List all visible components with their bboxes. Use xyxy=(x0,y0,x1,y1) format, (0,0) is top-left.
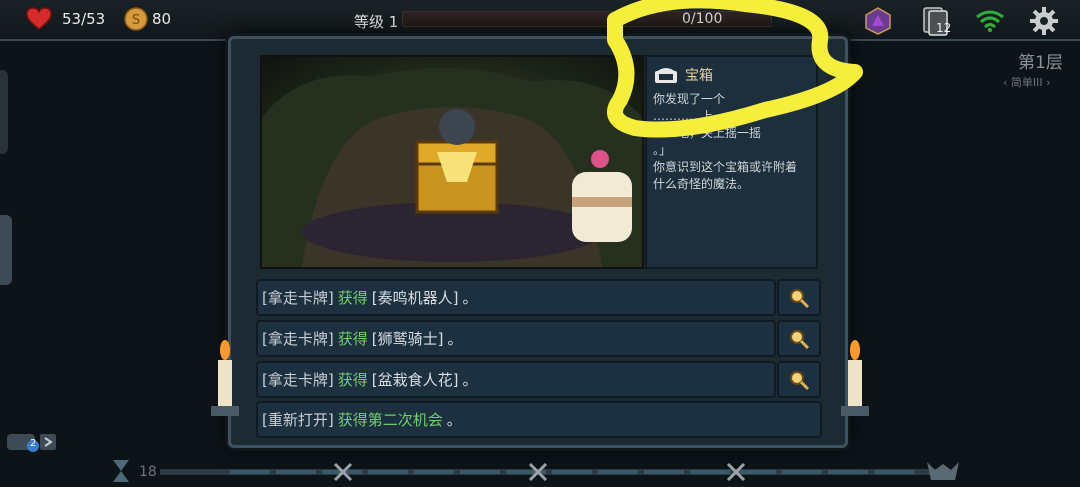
boss-icon xyxy=(927,462,959,480)
candle-icon xyxy=(211,340,239,416)
magnifier-icon xyxy=(790,329,810,349)
reopen-gain: 获得第二次机会 xyxy=(337,411,443,429)
event-description-line: 什么奇怪的魔法。 xyxy=(653,177,750,191)
heart-icon xyxy=(26,7,52,30)
result-gain: 获得 xyxy=(337,330,368,348)
result-gain: 获得 xyxy=(337,289,368,307)
deck-button[interactable]: 12 xyxy=(920,5,952,37)
yellow-highlight-annotation xyxy=(607,0,863,138)
difficulty-label: ‹ 简单III › xyxy=(1003,76,1051,89)
settings-button[interactable] xyxy=(1028,5,1060,37)
result-item: [狮鹫骑士] xyxy=(371,330,444,348)
wifi-icon xyxy=(976,10,1004,32)
event-description-line: 你意识到这个宝箱或许附着 xyxy=(653,160,798,174)
hp-value: 53/53 xyxy=(62,10,106,28)
result-gain: 获得 xyxy=(337,371,368,389)
level-label: 等级 1 xyxy=(354,13,399,31)
result-action: [拿走卡牌] xyxy=(262,289,334,307)
floor-label: 第1层 xyxy=(1018,53,1063,73)
result-row: [拿走卡牌] 获得 [盆栽食人花] 。 xyxy=(256,361,776,398)
turn-counter: 18 xyxy=(139,464,157,480)
left-panel-tab[interactable] xyxy=(0,70,8,154)
cards-count: 12 xyxy=(936,21,952,35)
event-description-line: 。」 xyxy=(653,143,672,157)
magnifier-icon xyxy=(790,370,810,390)
result-item: [盆栽食人花] xyxy=(371,371,459,389)
result-end: 。 xyxy=(447,330,463,348)
gold-value: 80 xyxy=(152,10,172,28)
inspect-button[interactable] xyxy=(777,320,821,357)
inspect-button[interactable] xyxy=(777,361,821,398)
chat-button[interactable]: 2 xyxy=(6,432,58,458)
reopen-row[interactable]: [重新打开] 获得第二次机会 。 xyxy=(256,401,822,438)
network-status xyxy=(974,5,1006,37)
coin-icon: S xyxy=(124,7,148,31)
reopen-end: 。 xyxy=(446,411,462,429)
top-bar: 53/53 S 80 等级 1 0/100 12 xyxy=(0,0,1080,41)
gold-display: S 80 xyxy=(124,7,171,31)
result-item: [奏鸣机器人] xyxy=(371,289,459,307)
result-end: 。 xyxy=(462,289,478,307)
floor-progress-track xyxy=(160,462,940,482)
result-action: [拿走卡牌] xyxy=(262,330,334,348)
candle-icon xyxy=(841,340,869,416)
reopen-action: [重新打开] xyxy=(262,411,334,429)
result-row: [拿走卡牌] 获得 [奏鸣机器人] 。 xyxy=(256,279,776,316)
result-end: 。 xyxy=(462,371,478,389)
chat-count: 2 xyxy=(30,438,37,449)
gear-icon xyxy=(1030,7,1058,35)
inspect-button[interactable] xyxy=(777,279,821,316)
magnifier-icon xyxy=(790,288,810,308)
result-action: [拿走卡牌] xyxy=(262,371,334,389)
svg-text:S: S xyxy=(132,13,140,28)
left-expand-arrow[interactable] xyxy=(0,215,12,285)
hp-display: 53/53 xyxy=(26,7,105,31)
hourglass-icon xyxy=(113,460,129,482)
result-row: [拿走卡牌] 获得 [狮鹫骑士] 。 xyxy=(256,320,776,357)
